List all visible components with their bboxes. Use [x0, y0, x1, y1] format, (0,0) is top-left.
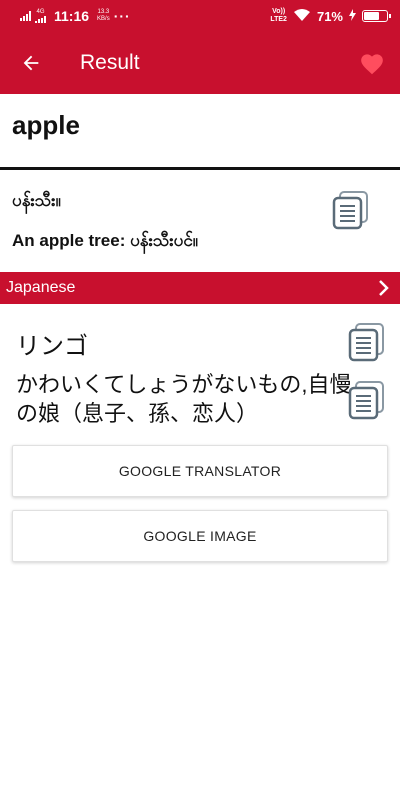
copy-icon — [332, 191, 368, 230]
copy-icon — [348, 381, 384, 420]
wifi-icon — [293, 8, 311, 25]
app-bar: Result — [0, 32, 400, 94]
battery-fill — [364, 12, 379, 20]
battery-percent: 71% — [316, 8, 343, 24]
copy-japanese-phrase-button[interactable] — [346, 380, 386, 420]
signal-strength-icon-2 — [35, 16, 46, 23]
volte-indicator: Vo)) LTE2 — [270, 8, 287, 24]
status-left: 4G 11:16 13.3 KB/s ··· — [20, 8, 131, 24]
language-section-header[interactable]: Japanese — [0, 272, 400, 304]
heart-icon — [361, 54, 383, 75]
burmese-example: An apple tree: ပန်းသီးပင်။ — [12, 231, 198, 250]
copy-icon — [348, 323, 384, 362]
volte-top: Vo)) — [272, 8, 286, 15]
battery-icon — [362, 10, 391, 22]
status-bar: 4G 11:16 13.3 KB/s ··· Vo)) LTE2 71% — [0, 0, 400, 32]
network-type: 4G — [36, 9, 45, 15]
chevron-right-icon — [368, 279, 400, 297]
signal-strength-icon — [20, 11, 31, 21]
charging-icon — [349, 8, 356, 24]
network-speed-value: 13.3 — [97, 9, 110, 15]
volte-bottom: LTE2 — [270, 16, 287, 23]
favorite-button[interactable] — [344, 32, 400, 94]
network-speed: 13.3 KB/s — [97, 9, 110, 23]
japanese-translation: リンゴ — [16, 333, 88, 360]
search-word-section: apple — [0, 94, 400, 170]
network-indicator: 4G — [35, 9, 46, 23]
language-label: Japanese — [6, 279, 76, 296]
google-image-button[interactable]: GOOGLE IMAGE — [12, 510, 388, 562]
copy-japanese-translation-button[interactable] — [346, 322, 386, 362]
network-speed-unit: KB/s — [97, 16, 110, 22]
arrow-left-icon — [23, 55, 39, 71]
clock: 11:16 — [54, 8, 90, 24]
japanese-phrase: かわいくてしょうがないもの,自慢の娘（息子、孫、恋人） — [16, 372, 352, 426]
search-word: apple — [12, 110, 80, 140]
back-button[interactable] — [0, 32, 62, 94]
page-title: Result — [80, 51, 140, 74]
copy-burmese-button[interactable] — [330, 190, 370, 230]
google-translator-button[interactable]: GOOGLE TRANSLATOR — [12, 445, 388, 497]
more-notifications-icon: ··· — [113, 8, 131, 24]
status-right: Vo)) LTE2 71% — [270, 8, 391, 25]
burmese-definition: ပန်းသီး။ — [12, 191, 61, 210]
